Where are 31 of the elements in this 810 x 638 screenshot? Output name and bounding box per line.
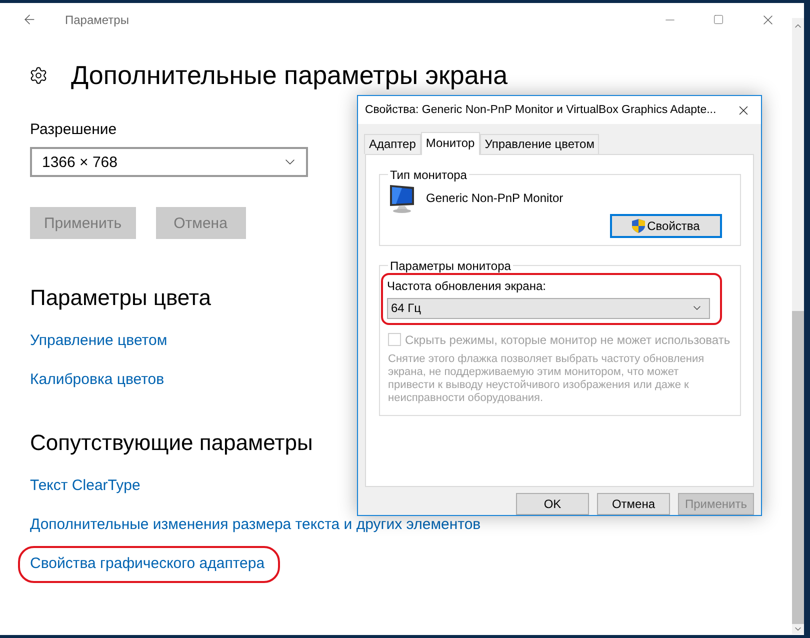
settings-link[interactable]: Текст ClearType: [30, 476, 140, 496]
settings-link[interactable]: Свойства графического адаптера: [30, 554, 265, 574]
page-heading: Дополнительные параметры экрана: [71, 59, 508, 91]
dialog-tab[interactable]: Адаптер: [364, 134, 421, 154]
button-label: Свойства: [647, 218, 700, 233]
section-heading: Параметры цвета: [30, 284, 211, 312]
section-heading: Сопутствующие параметры: [30, 429, 313, 457]
checkbox-label: Скрыть режимы, которые монитор не может использовать: [405, 332, 730, 347]
back-icon[interactable]: [22, 12, 37, 27]
resolution-dropdown[interactable]: 1366 × 768: [30, 147, 308, 177]
group-legend: Тип монитора: [388, 168, 469, 182]
cancel-button[interactable]: Отмена: [596, 493, 670, 515]
group-legend: Параметры монитора: [388, 258, 513, 273]
ok-button[interactable]: OK: [516, 493, 589, 515]
refresh-rate-label: Частота обновления экрана:: [387, 278, 547, 293]
help-text: Снятие этого флажка позволяет выбрать частоту обновления экрана, не поддерживаемую этим монитором, что может привести к выводу неустойчивого изображения или даже к неисправности оборудования.: [388, 352, 706, 405]
scrollbar[interactable]: [792, 18, 804, 634]
refresh-rate-dropdown[interactable]: 64 Гц: [387, 298, 710, 319]
gear-icon: [29, 66, 48, 84]
dialog-title: Свойства: Generic Non-PnP Monitor и VirtualBox Graphics Adapte...: [365, 104, 718, 116]
monitor-name: Generic Non-PnP Monitor: [426, 190, 564, 205]
properties-button[interactable]: Свойства: [611, 214, 721, 237]
settings-link[interactable]: Калибровка цветов: [30, 370, 164, 390]
maximize-icon[interactable]: [713, 14, 724, 25]
dialog-tab[interactable]: Управление цветом: [480, 134, 600, 154]
dialog-tab[interactable]: Монитор: [420, 132, 480, 155]
shield-icon: [632, 218, 646, 233]
settings-link[interactable]: Дополнительные изменения размера текста и других элементов: [30, 515, 481, 535]
settings-link[interactable]: Управление цветом: [30, 331, 168, 351]
window-title: Параметры: [65, 12, 130, 26]
resolution-label: Разрешение: [30, 120, 117, 140]
